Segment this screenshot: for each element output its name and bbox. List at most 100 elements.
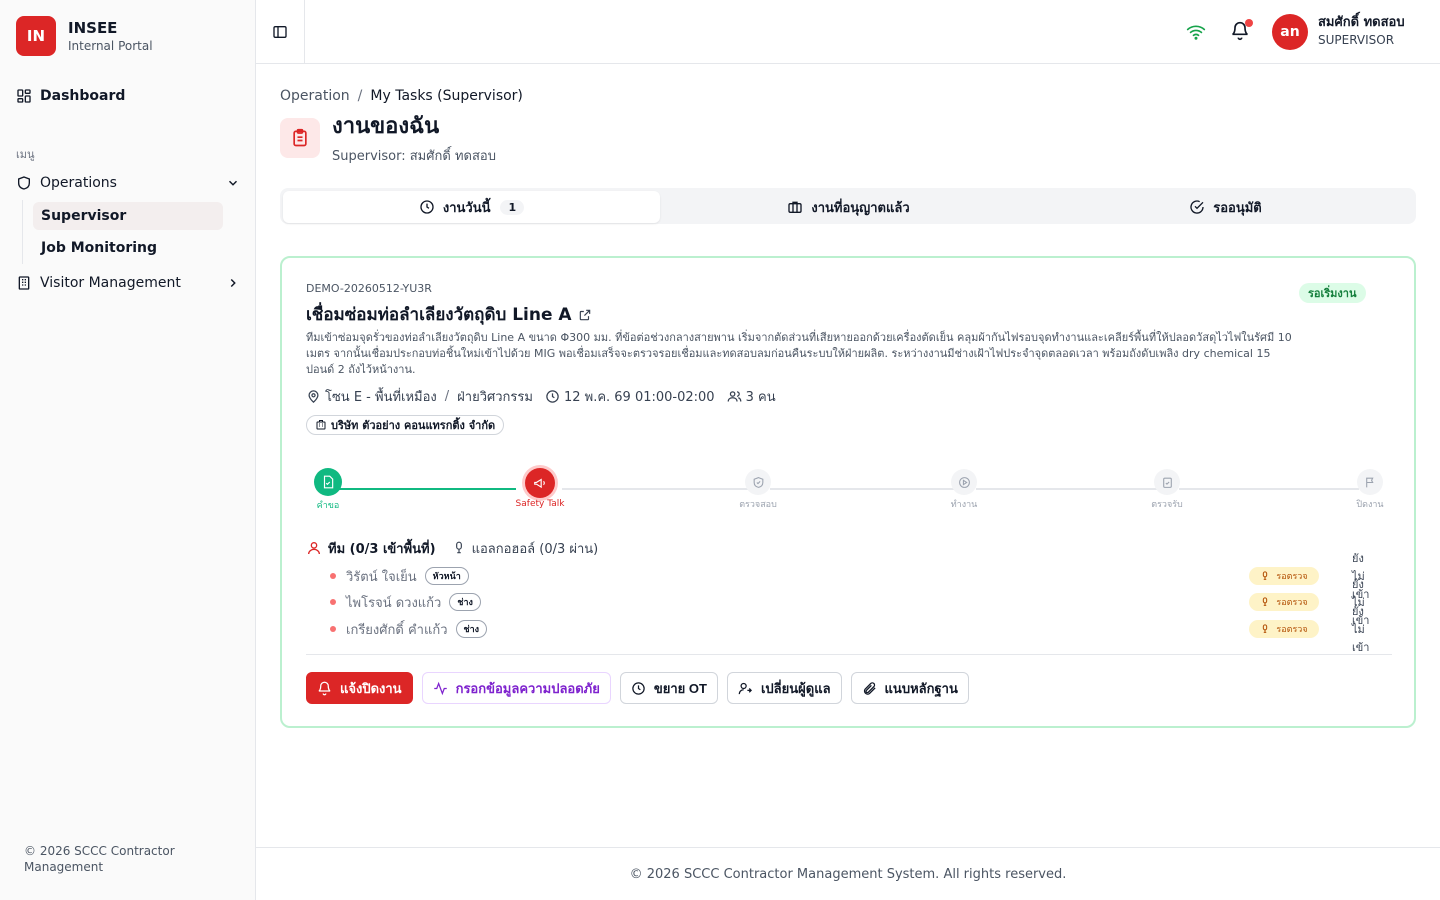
company-name: บริษัท ตัวอย่าง คอนแทรกติ้ง จำกัด <box>331 419 496 432</box>
sidebar-item-dashboard[interactable]: Dashboard <box>16 84 125 108</box>
chevron-right-icon <box>230 278 236 288</box>
breadcrumb-current: My Tasks (Supervisor) <box>370 88 523 104</box>
breathalyzer-icon <box>455 541 462 554</box>
status-dot <box>330 573 336 579</box>
alcohol-status-badge: รอตรวจ <box>1249 567 1319 585</box>
clock-icon <box>420 200 434 214</box>
clock-icon <box>632 681 645 695</box>
paperclip-icon <box>863 681 876 695</box>
brand-subtitle: Internal Portal <box>68 39 153 53</box>
member-name: เกรียงศักดิ์ คำแก้ว <box>346 622 448 638</box>
breathalyzer-icon <box>1263 597 1268 606</box>
list-item: วิรัตน์ ใจเย็น หัวหน้า รอตรวจ ยังไม่เข้า <box>330 552 1370 601</box>
tab-today[interactable]: งานวันนี้ 1 <box>283 191 660 223</box>
status-dot <box>330 626 336 632</box>
button-label: ขยาย OT <box>653 680 707 696</box>
sidebar-item-job-monitoring[interactable]: Job Monitoring <box>33 234 223 262</box>
task-actions: แจ้งปิดงาน กรอกข้อมูลความปลอดภัย ขยาย OT… <box>306 672 978 704</box>
task-zone: โซน E - พื้นที่เหมือง <box>325 389 437 405</box>
building-icon <box>18 276 30 290</box>
alcohol-status-label: รอตรวจ <box>1276 598 1308 608</box>
tab-label: รออนุมัติ <box>1213 200 1262 216</box>
task-datetime: 12 พ.ค. 69 01:00-02:00 <box>563 389 715 405</box>
wifi-icon <box>1186 25 1206 40</box>
dashboard-icon <box>17 89 31 103</box>
shield-icon <box>18 176 30 190</box>
role-badge: ช่าง <box>455 620 488 638</box>
building-icon <box>316 420 326 430</box>
operations-subnav: Supervisor Job Monitoring <box>22 200 223 264</box>
avatar[interactable]: an <box>1272 14 1308 50</box>
breathalyzer-icon <box>1263 571 1268 580</box>
play-icon <box>951 469 977 495</box>
step-working: ทำงาน <box>924 468 1004 511</box>
brand[interactable]: IN INSEE Internal Portal <box>16 16 153 56</box>
page-footer: © 2026 SCCC Contractor Management System… <box>256 847 1440 900</box>
page-title: งานของฉัน <box>332 114 440 139</box>
top-header: an สมศักดิ์ ทดสอบ SUPERVISOR <box>256 0 1440 64</box>
breadcrumb: Operation / My Tasks (Supervisor) <box>280 88 523 104</box>
flag-icon <box>1357 469 1383 495</box>
tab-label: งานวันนี้ <box>442 200 491 216</box>
user-icon <box>308 542 320 555</box>
safety-data-button[interactable]: กรอกข้อมูลความปลอดภัย <box>421 672 611 704</box>
tab-approved[interactable]: งานที่อนุญาตแล้ว <box>660 191 1037 223</box>
button-label: เปลี่ยนผู้ดูแล <box>760 680 831 696</box>
user-switch-icon <box>738 682 752 694</box>
task-people-count: 3 คน <box>745 389 776 405</box>
button-label: แจ้งปิดงาน <box>340 680 402 696</box>
tab-pending-approval[interactable]: รออนุมัติ <box>1037 191 1414 223</box>
check-circle-icon <box>1190 200 1204 214</box>
step-safety-talk: Safety Talk <box>500 468 580 509</box>
role-badge: หัวหน้า <box>424 567 469 585</box>
task-meta: โซน E - พื้นที่เหมือง / ฝ่ายวิศวกรรม 12 … <box>306 386 788 406</box>
tab-count-badge: 1 <box>500 199 525 215</box>
list-item: เกรียงศักดิ์ คำแก้ว ช่าง รอตรวจ ยังไม่เข… <box>330 605 1370 654</box>
task-title-text: เชื่อมซ่อมท่อลำเลียงวัตถุดิบ Line A <box>306 305 572 325</box>
panel-left-icon <box>273 25 287 38</box>
notification-dot <box>1245 19 1253 27</box>
task-department: ฝ่ายวิศวกรรม <box>457 389 533 405</box>
sidebar-item-supervisor[interactable]: Supervisor <box>33 202 223 230</box>
company-chip: บริษัท ตัวอย่าง คอนแทรกติ้ง จำกัด <box>306 415 505 435</box>
status-badge: รอเริ่มงาน <box>1299 283 1366 303</box>
user-name: สมศักดิ์ ทดสอบ <box>1318 15 1405 30</box>
users-icon <box>727 390 741 402</box>
user-role: SUPERVISOR <box>1318 33 1395 47</box>
task-card: DEMO-20260512-YU3R เชื่อมซ่อมท่อลำเลียงว… <box>280 256 1416 728</box>
button-label: กรอกข้อมูลความปลอดภัย <box>455 680 600 696</box>
breadcrumb-operation[interactable]: Operation <box>280 88 350 104</box>
task-code: DEMO-20260512-YU3R <box>306 282 432 295</box>
divider <box>306 654 1392 655</box>
change-supervisor-button[interactable]: เปลี่ยนผู้ดูแล <box>726 672 842 704</box>
external-link-icon[interactable] <box>578 308 592 322</box>
alcohol-status-badge: รอตรวจ <box>1249 620 1319 638</box>
member-name: ไพโรจน์ ดวงแก้ว <box>346 595 442 611</box>
clipboard-check-icon <box>1154 469 1180 495</box>
task-tabs: งานวันนี้ 1 งานที่อนุญาตแล้ว รออนุมัติ <box>280 188 1416 224</box>
zone-separator: / <box>444 388 450 404</box>
sidebar: IN INSEE Internal Portal Dashboard เมนู … <box>0 0 256 900</box>
file-check-icon <box>314 468 342 496</box>
sidebar-footer: © 2026 SCCC Contractor Management <box>24 844 175 874</box>
step-label: ปิดงาน <box>1356 500 1384 510</box>
page-subtitle: Supervisor: สมศักดิ์ ทดสอบ <box>332 149 496 164</box>
task-description: ทีมเข้าซ่อมจุดรั่วของท่อลำเลียงวัตถุดิบ … <box>306 331 1292 376</box>
map-pin-icon <box>308 389 319 403</box>
member-name: วิรัตน์ ใจเย็น <box>346 569 417 585</box>
entry-status: ยังไม่เข้า <box>1352 605 1370 654</box>
status-dot <box>330 599 336 605</box>
task-title[interactable]: เชื่อมซ่อมท่อลำเลียงวัตถุดิบ Line A <box>306 301 592 328</box>
step-label: Safety Talk <box>515 499 565 509</box>
sidebar-item-operations[interactable]: Operations <box>16 171 240 195</box>
sidebar-toggle-button[interactable] <box>256 0 305 63</box>
extend-ot-button[interactable]: ขยาย OT <box>619 672 718 704</box>
tab-label: งานที่อนุญาตแล้ว <box>811 200 910 216</box>
sidebar-item-visitor-management[interactable]: Visitor Management <box>16 271 240 295</box>
step-request: คำขอ <box>288 468 368 512</box>
step-label: ทำงาน <box>950 500 978 510</box>
breadcrumb-separator: / <box>357 88 363 104</box>
attach-evidence-button[interactable]: แนบหลักฐาน <box>850 672 969 704</box>
notify-close-button[interactable]: แจ้งปิดงาน <box>306 672 413 704</box>
role-badge: ช่าง <box>449 593 481 611</box>
